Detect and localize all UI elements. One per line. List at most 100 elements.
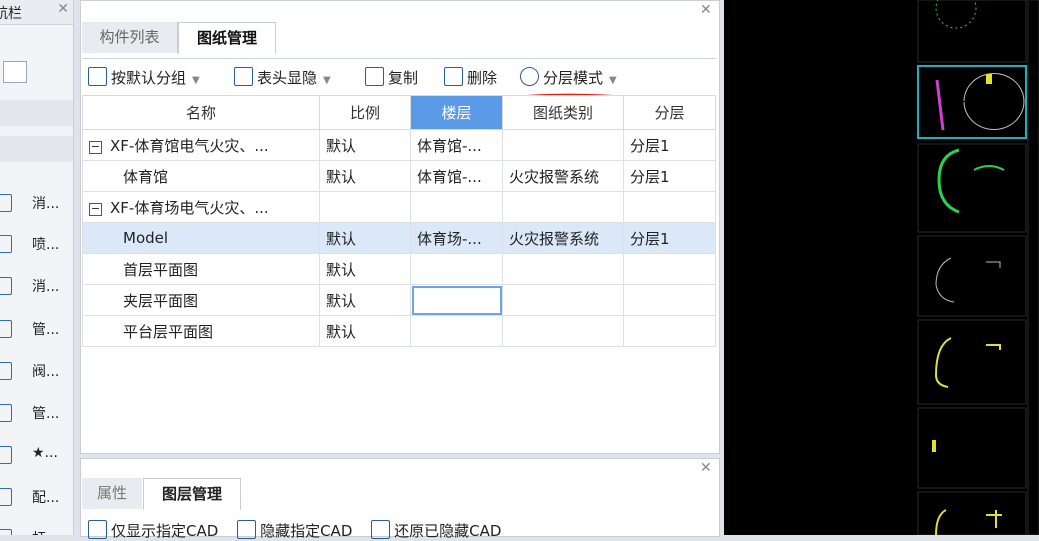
table-row[interactable]: 体育馆 默认 体育馆-... 火灾报警系统 分层1 <box>82 160 716 192</box>
show-icon <box>88 520 107 539</box>
nav-item[interactable]: 消... <box>0 187 73 219</box>
close-icon[interactable]: ✕ <box>700 2 712 18</box>
column-header[interactable]: 楼层 <box>410 95 503 130</box>
column-header[interactable]: 分层 <box>623 95 716 130</box>
tab-properties[interactable]: 属性 <box>82 478 142 509</box>
cell-category[interactable] <box>502 253 624 285</box>
valve-icon <box>0 362 12 380</box>
panel-icon <box>0 488 12 506</box>
cell-layer[interactable] <box>623 191 716 223</box>
tab-component-list[interactable]: 构件列表 <box>82 22 178 53</box>
cad-drawing-thumbnails <box>917 0 1039 536</box>
cell-scale[interactable]: 默认 <box>319 253 411 285</box>
copy-button[interactable]: 复制 <box>365 67 418 88</box>
copy-icon <box>365 67 384 86</box>
cell-layer[interactable] <box>623 315 716 347</box>
nav-item-label: 配... <box>32 490 60 506</box>
cell-scale[interactable]: 默认 <box>319 315 411 347</box>
cell-layer[interactable]: 分层1 <box>623 129 716 161</box>
cell-floor[interactable]: 体育场-... <box>410 222 503 254</box>
cell-scale[interactable] <box>319 191 411 223</box>
hide-button[interactable]: 隐藏指定CAD <box>237 520 353 540</box>
layer-mode-button[interactable]: 分层模式 ▼ <box>520 67 617 88</box>
collapse-icon[interactable]: − <box>89 202 102 216</box>
table-row[interactable]: 首层平面图 默认 <box>82 253 716 285</box>
nav-item[interactable]: 阀... <box>0 355 73 387</box>
hide-icon <box>237 520 257 539</box>
nav-item[interactable]: 消... <box>0 270 73 302</box>
cell-category[interactable] <box>502 284 624 316</box>
cell-category[interactable]: 火灾报警系统 <box>502 222 624 254</box>
table-row[interactable]: − XF-体育场电气火灾、... <box>82 191 716 223</box>
nav-item[interactable]: 管... <box>0 397 73 429</box>
rod-icon <box>0 529 12 535</box>
nav-item[interactable]: 管... <box>0 313 73 345</box>
nav-item-label: ★... <box>32 445 58 461</box>
hide-label: 隐藏指定CAD <box>260 522 353 540</box>
delete-button[interactable]: 删除 <box>444 67 497 88</box>
cell-scale[interactable]: 默认 <box>319 284 411 316</box>
cell-floor[interactable]: 体育馆-... <box>410 129 503 161</box>
layer-mode-label: 分层模式 <box>543 69 604 87</box>
cell-scale[interactable]: 默认 <box>319 160 411 192</box>
column-header[interactable]: 名称 <box>82 95 320 130</box>
nav-item[interactable]: ★... <box>0 439 73 471</box>
nav-band <box>0 136 73 162</box>
column-header[interactable]: 比例 <box>319 95 411 130</box>
tab-drawing-management[interactable]: 图纸管理 <box>178 22 276 54</box>
close-icon[interactable]: ✕ <box>57 1 69 17</box>
header-show-label: 表头显隐 <box>257 69 318 87</box>
group-button[interactable]: 按默认分组 ▼ <box>88 67 200 88</box>
chevron-down-icon: ▼ <box>609 75 617 86</box>
cell-layer[interactable] <box>623 253 716 285</box>
cell-layer[interactable]: 分层1 <box>623 222 716 254</box>
cell-layer[interactable]: 分层1 <box>623 160 716 192</box>
layers-icon <box>520 67 539 86</box>
device-icon <box>0 446 12 464</box>
nav-band <box>0 100 73 126</box>
edit-icon[interactable] <box>3 61 27 83</box>
cell-scale[interactable]: 默认 <box>319 129 411 161</box>
cell-name: XF-体育馆电气火灾、... <box>110 136 269 155</box>
header-show-button[interactable]: 表头显隐 ▼ <box>234 67 331 88</box>
nav-item-label: 喷... <box>32 237 60 253</box>
restore-button[interactable]: 还原已隐藏CAD <box>371 520 502 540</box>
group-icon <box>88 67 107 86</box>
close-icon[interactable]: ✕ <box>700 460 712 476</box>
layer-toolbar: 仅显示指定CAD 隐藏指定CAD 还原已隐藏CAD <box>88 520 501 541</box>
left-nav-panel: 航栏 ✕ 消... 喷... 消... 管... 阀... 管... ★... … <box>0 0 74 535</box>
cell-category[interactable] <box>502 315 624 347</box>
nav-item[interactable]: 喷... <box>0 228 73 260</box>
green-drawing <box>932 0 1025 536</box>
cell-floor[interactable] <box>410 253 503 285</box>
cell-category[interactable]: 火灾报警系统 <box>502 160 624 192</box>
cell-floor[interactable] <box>410 284 503 316</box>
cell-name: 体育馆 <box>123 167 169 186</box>
cell-name: 首层平面图 <box>123 260 199 279</box>
table-row[interactable]: − XF-体育馆电气火灾、... 默认 体育馆-... 分层1 <box>82 129 716 161</box>
nav-item-label: 消... <box>32 279 60 295</box>
tab-layer-management[interactable]: 图层管理 <box>143 478 241 510</box>
table-header: 名称 比例 楼层 图纸类别 分层 <box>82 95 716 130</box>
nav-item[interactable]: 杆 <box>0 522 73 535</box>
cad-viewport[interactable] <box>724 0 1039 536</box>
sprinkler-icon <box>0 235 12 253</box>
cell-category[interactable] <box>502 191 624 223</box>
cell-category[interactable] <box>502 129 624 161</box>
table-row-selected[interactable]: Model 默认 体育场-... 火灾报警系统 分层1 <box>82 222 716 254</box>
column-header[interactable]: 图纸类别 <box>502 95 624 130</box>
nav-item-label: 消... <box>32 196 60 212</box>
left-nav-title: 航栏 <box>0 6 22 22</box>
cell-floor[interactable] <box>410 315 503 347</box>
collapse-icon[interactable]: − <box>89 140 102 154</box>
restore-label: 还原已隐藏CAD <box>394 522 502 540</box>
cell-layer[interactable] <box>623 284 716 316</box>
cell-scale[interactable]: 默认 <box>319 222 411 254</box>
cell-floor[interactable] <box>410 191 503 223</box>
show-only-button[interactable]: 仅显示指定CAD <box>88 520 218 540</box>
nav-item[interactable]: 配... <box>0 481 73 513</box>
table-row[interactable]: 夹层平面图 默认 <box>82 284 716 316</box>
cell-floor[interactable]: 体育馆-... <box>410 160 503 192</box>
cell-name: 夹层平面图 <box>123 291 199 310</box>
table-row[interactable]: 平台层平面图 默认 <box>82 315 716 347</box>
